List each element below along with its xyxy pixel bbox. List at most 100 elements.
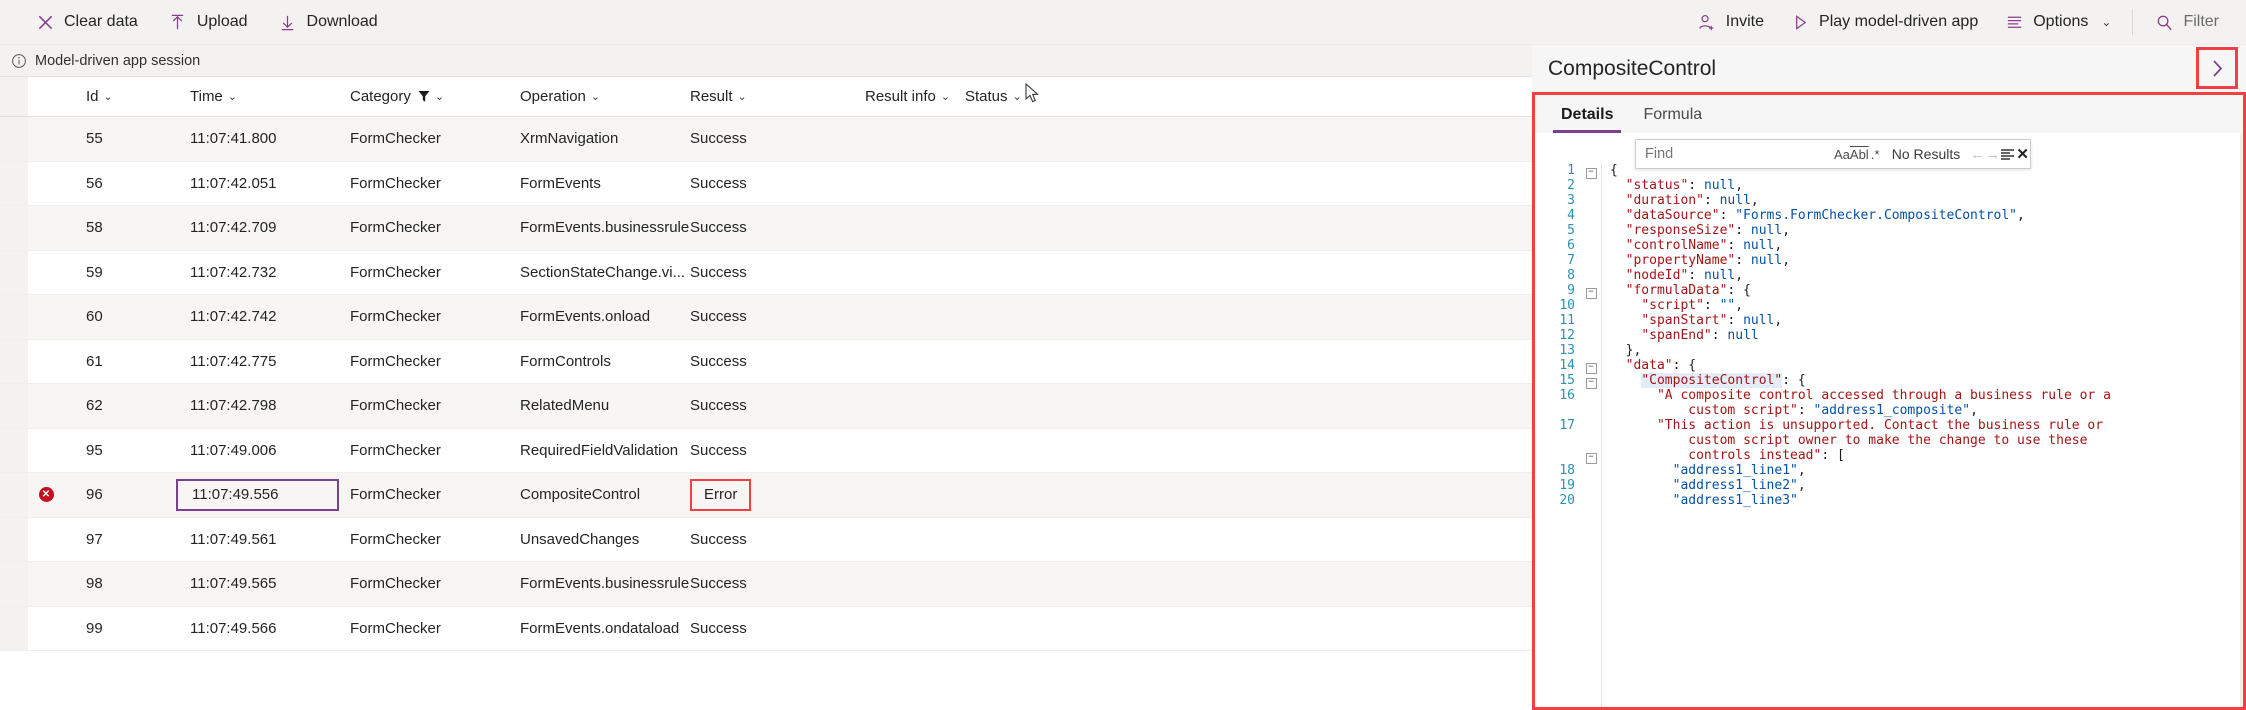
table-row[interactable]: 62 11:07:42.798 FormChecker RelatedMenu Succ… bbox=[0, 384, 1532, 429]
column-header-status[interactable]: Status ⌄ bbox=[965, 88, 1075, 105]
row-gutter bbox=[0, 473, 28, 517]
cell-result: Success bbox=[690, 174, 747, 192]
column-header-time[interactable]: Time ⌄ bbox=[172, 88, 350, 105]
cell-category: FormChecker bbox=[350, 575, 441, 593]
table-row[interactable]: 60 11:07:42.742 FormChecker FormEvents.onlo… bbox=[0, 295, 1532, 340]
table-row[interactable]: 61 11:07:42.775 FormChecker FormControls Suc… bbox=[0, 339, 1532, 384]
cell-result: Success bbox=[690, 263, 747, 281]
find-status-label: No Results bbox=[1891, 146, 1961, 162]
chevron-down-icon: ⌄ bbox=[227, 91, 237, 103]
close-icon bbox=[35, 12, 55, 32]
cell-time[interactable]: 11:07:49.556 bbox=[172, 478, 350, 511]
editor-scrollbar[interactable] bbox=[2240, 133, 2243, 710]
options-button[interactable]: Options ⌄ bbox=[1991, 2, 2124, 42]
fold-gutter[interactable]: − − − − − bbox=[1581, 163, 1601, 710]
cell-operation: UnsavedChanges bbox=[520, 530, 640, 548]
code-line: "data": { bbox=[1625, 358, 1697, 373]
code-line: "status": null, bbox=[1625, 178, 1744, 193]
line-number: 9 bbox=[1567, 283, 1575, 298]
details-tabs: Details Formula bbox=[1535, 95, 2243, 133]
column-header-id[interactable]: Id ⌄ bbox=[64, 88, 172, 105]
table-row[interactable]: ✕ 96 11:07:49.556 FormChecker CompositeContr… bbox=[0, 473, 1532, 518]
find-previous-button[interactable]: ← bbox=[1970, 143, 1985, 166]
upload-button[interactable]: Upload bbox=[155, 2, 261, 42]
code-line: "CompositeControl": { bbox=[1641, 373, 1806, 388]
row-gutter bbox=[0, 517, 28, 561]
find-input[interactable] bbox=[1636, 145, 1834, 163]
column-header-result-info[interactable]: Result info ⌄ bbox=[865, 88, 965, 105]
cell-result: Success bbox=[690, 219, 747, 237]
column-header-category-label: Category bbox=[350, 88, 411, 105]
invite-button[interactable]: Invite bbox=[1684, 2, 1777, 42]
code-lines[interactable]: { "status": null, "duration": null, "dat… bbox=[1601, 163, 2243, 710]
table-row[interactable]: 56 11:07:42.051 FormChecker FormEvents Succe… bbox=[0, 161, 1532, 206]
code-line: "spanStart": null, bbox=[1641, 313, 1783, 328]
code-editor[interactable]: 1 2 3 4 5 6 7 8 9 10 11 12 13 14 15 16 17 18 19 20 − − − − − { … bbox=[1535, 133, 2243, 710]
cell-result: Success bbox=[690, 352, 747, 370]
column-header-result-label: Result bbox=[690, 88, 733, 105]
fold-toggle-icon[interactable]: − bbox=[1581, 283, 1601, 299]
column-header-result[interactable]: Result ⌄ bbox=[690, 88, 865, 105]
clear-data-label: Clear data bbox=[64, 13, 138, 30]
play-model-driven-app-button[interactable]: Play model-driven app bbox=[1777, 2, 1991, 42]
line-number: 6 bbox=[1567, 238, 1575, 253]
line-number: 2 bbox=[1567, 178, 1575, 193]
command-bar: Clear data Upload Download Invite Play m… bbox=[0, 0, 2246, 45]
line-number: 4 bbox=[1567, 208, 1575, 223]
cell-operation: CompositeControl bbox=[520, 486, 641, 504]
expand-panel-button[interactable] bbox=[2196, 47, 2238, 89]
column-header-category[interactable]: Category ⌄ bbox=[350, 88, 520, 105]
fold-toggle-icon[interactable]: − bbox=[1581, 358, 1601, 374]
match-whole-word-icon[interactable]: Abl bbox=[1850, 143, 1869, 166]
tab-formula[interactable]: Formula bbox=[1631, 97, 1714, 133]
match-case-icon[interactable]: Aa bbox=[1834, 143, 1850, 166]
download-button[interactable]: Download bbox=[265, 2, 391, 42]
clear-data-button[interactable]: Clear data bbox=[22, 2, 151, 42]
table-row[interactable]: 98 11:07:49.565 FormChecker FormEvents.busi… bbox=[0, 562, 1532, 607]
tab-details[interactable]: Details bbox=[1549, 97, 1625, 133]
row-gutter bbox=[0, 117, 28, 161]
fold-toggle-icon[interactable]: − bbox=[1581, 163, 1601, 179]
play-icon bbox=[1790, 12, 1810, 32]
table-row[interactable]: 59 11:07:42.732 FormChecker SectionStateCha… bbox=[0, 250, 1532, 295]
find-next-button[interactable]: → bbox=[1985, 143, 2000, 166]
table-row[interactable]: 55 11:07:41.800 FormChecker XrmNavigation Su… bbox=[0, 117, 1532, 162]
tab-details-label: Details bbox=[1561, 106, 1614, 123]
cell-operation: RelatedMenu bbox=[520, 397, 610, 415]
filter-button[interactable]: Filter bbox=[2141, 2, 2232, 42]
cell-id: 98 bbox=[86, 575, 103, 593]
chevron-down-icon: ⌄ bbox=[2101, 15, 2112, 29]
cell-operation: FormEvents bbox=[520, 174, 601, 192]
cell-id: 58 bbox=[86, 219, 103, 237]
header-gutter bbox=[0, 77, 28, 116]
table-row[interactable]: 95 11:07:49.006 FormChecker RequiredFieldVa… bbox=[0, 428, 1532, 473]
code-line: "controlName": null, bbox=[1625, 238, 1783, 253]
selected-cell-outline: 11:07:49.556 bbox=[176, 478, 339, 511]
row-gutter bbox=[0, 562, 28, 606]
code-line: "A composite control accessed through a … bbox=[1656, 388, 2111, 403]
use-regex-icon[interactable]: .* bbox=[1869, 143, 1882, 166]
table-row[interactable]: 58 11:07:42.709 FormChecker FormEvents.busi… bbox=[0, 206, 1532, 251]
events-table: Id ⌄ Time ⌄ Category ⌄ Operation ⌄ Resul… bbox=[0, 77, 1532, 710]
line-number: 18 bbox=[1559, 463, 1575, 478]
row-gutter bbox=[0, 295, 28, 339]
table-row[interactable]: 97 11:07:49.561 FormChecker UnsavedChanges S… bbox=[0, 517, 1532, 562]
table-row[interactable]: 99 11:07:49.566 FormChecker FormEvents.onda… bbox=[0, 606, 1532, 651]
tab-formula-label: Formula bbox=[1643, 106, 1703, 123]
cell-id: 60 bbox=[86, 308, 103, 326]
cell-time: 11:07:49.561 bbox=[190, 530, 277, 548]
chevron-down-icon: ⌄ bbox=[434, 91, 445, 103]
column-header-operation[interactable]: Operation ⌄ bbox=[520, 88, 690, 105]
code-line: "address1_line1", bbox=[1672, 463, 1806, 478]
fold-toggle-icon[interactable]: − bbox=[1581, 448, 1601, 464]
find-bar: Aa Abl .* No Results ← → ✕ bbox=[1635, 139, 2031, 169]
invite-label: Invite bbox=[1725, 13, 1765, 30]
find-in-selection-icon[interactable] bbox=[2000, 143, 2015, 166]
fold-toggle-icon[interactable]: − bbox=[1581, 373, 1601, 389]
find-close-button[interactable]: ✕ bbox=[2015, 143, 2030, 166]
row-gutter bbox=[0, 384, 28, 428]
